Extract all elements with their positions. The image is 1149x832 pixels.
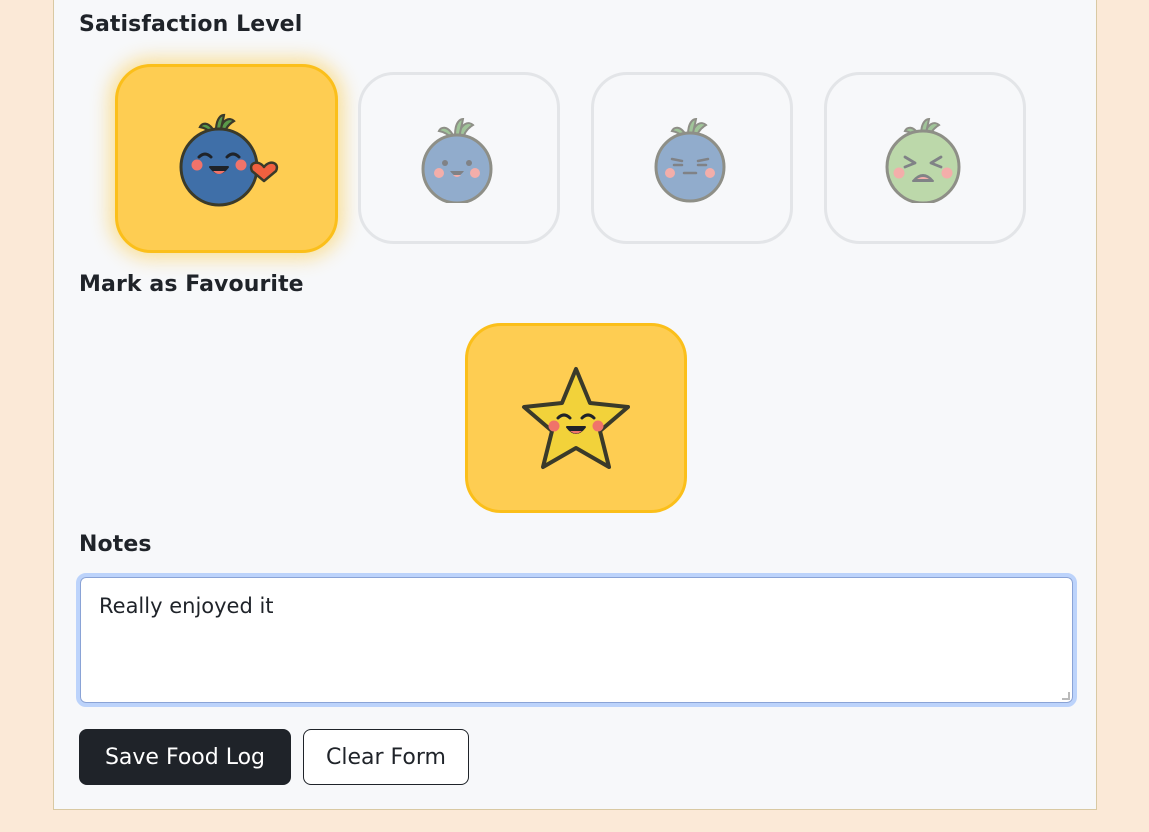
green-fruit-disgusted-icon	[885, 117, 961, 203]
favourite-toggle[interactable]	[465, 323, 687, 513]
satisfaction-option-disgusted[interactable]	[824, 72, 1026, 244]
satisfaction-option-neutral[interactable]	[591, 72, 793, 244]
satisfaction-label: Satisfaction Level	[79, 12, 303, 37]
notes-field-wrapper: Really enjoyed it	[76, 573, 1077, 707]
satisfaction-option-love[interactable]	[115, 64, 338, 253]
notes-textarea[interactable]: Really enjoyed it	[80, 577, 1073, 703]
food-log-form: Satisfaction Level Mark as Favourite Not…	[53, 0, 1097, 810]
clear-form-button[interactable]: Clear Form	[303, 729, 469, 785]
blueberry-love-icon	[179, 113, 278, 206]
blueberry-neutral-icon	[654, 117, 726, 203]
satisfaction-option-happy[interactable]	[358, 72, 560, 244]
smiling-star-icon	[522, 367, 630, 469]
favourite-label: Mark as Favourite	[79, 272, 304, 297]
resize-handle-icon[interactable]	[1062, 692, 1070, 700]
notes-label: Notes	[79, 532, 152, 557]
save-food-log-button[interactable]: Save Food Log	[79, 729, 291, 785]
blueberry-happy-icon	[421, 117, 493, 203]
